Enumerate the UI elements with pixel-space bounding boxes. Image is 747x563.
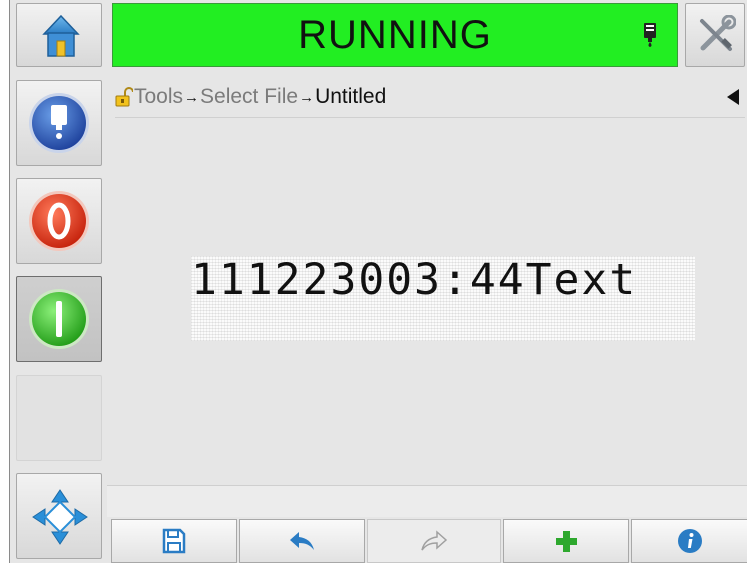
ink-system-button[interactable] [16, 80, 102, 166]
redo-button[interactable] [367, 519, 501, 563]
start-icon [27, 287, 91, 351]
stop-icon [27, 189, 91, 253]
info-icon [677, 528, 703, 554]
add-button[interactable] [503, 519, 629, 563]
status-label: RUNNING [298, 13, 492, 57]
printer-screen: RUNNING Tools → Select File → Untitled 1… [9, 0, 747, 563]
unlocked-padlock-icon [115, 87, 133, 107]
tools-icon [696, 15, 736, 55]
tools-button[interactable] [685, 3, 745, 67]
home-button[interactable] [16, 3, 102, 67]
stop-button[interactable] [16, 178, 102, 264]
save-button[interactable] [111, 519, 237, 563]
breadcrumb-item-tools[interactable]: Tools [134, 85, 183, 109]
info-button[interactable] [631, 519, 747, 563]
breadcrumb-divider [115, 117, 745, 118]
home-icon [42, 14, 80, 58]
navigation-arrows-icon [31, 488, 89, 546]
breadcrumb-separator: → [299, 88, 315, 106]
breadcrumb: Tools → Select File → Untitled [115, 83, 386, 111]
breadcrumb-separator: → [184, 88, 200, 106]
plus-icon [554, 529, 578, 553]
collapse-arrow-icon[interactable] [725, 87, 741, 107]
redo-icon [420, 530, 448, 552]
navigate-button[interactable] [16, 473, 102, 559]
message-text: 111223003:44Text [191, 255, 638, 305]
save-icon [162, 528, 186, 554]
ink-drop-icon [27, 91, 91, 155]
printhead-icon [643, 22, 657, 48]
start-button[interactable] [16, 276, 102, 362]
message-scrollbar[interactable] [107, 485, 747, 517]
breadcrumb-item-current: Untitled [315, 85, 387, 108]
status-bar[interactable]: RUNNING [112, 3, 678, 67]
message-preview[interactable]: 111223003:44Text [191, 256, 695, 341]
breadcrumb-item-select-file[interactable]: Select File [200, 85, 298, 109]
undo-icon [288, 530, 316, 552]
undo-button[interactable] [239, 519, 365, 563]
editor-panel: Tools → Select File → Untitled 111223003… [107, 73, 747, 517]
sidebar-empty-slot [16, 375, 102, 461]
